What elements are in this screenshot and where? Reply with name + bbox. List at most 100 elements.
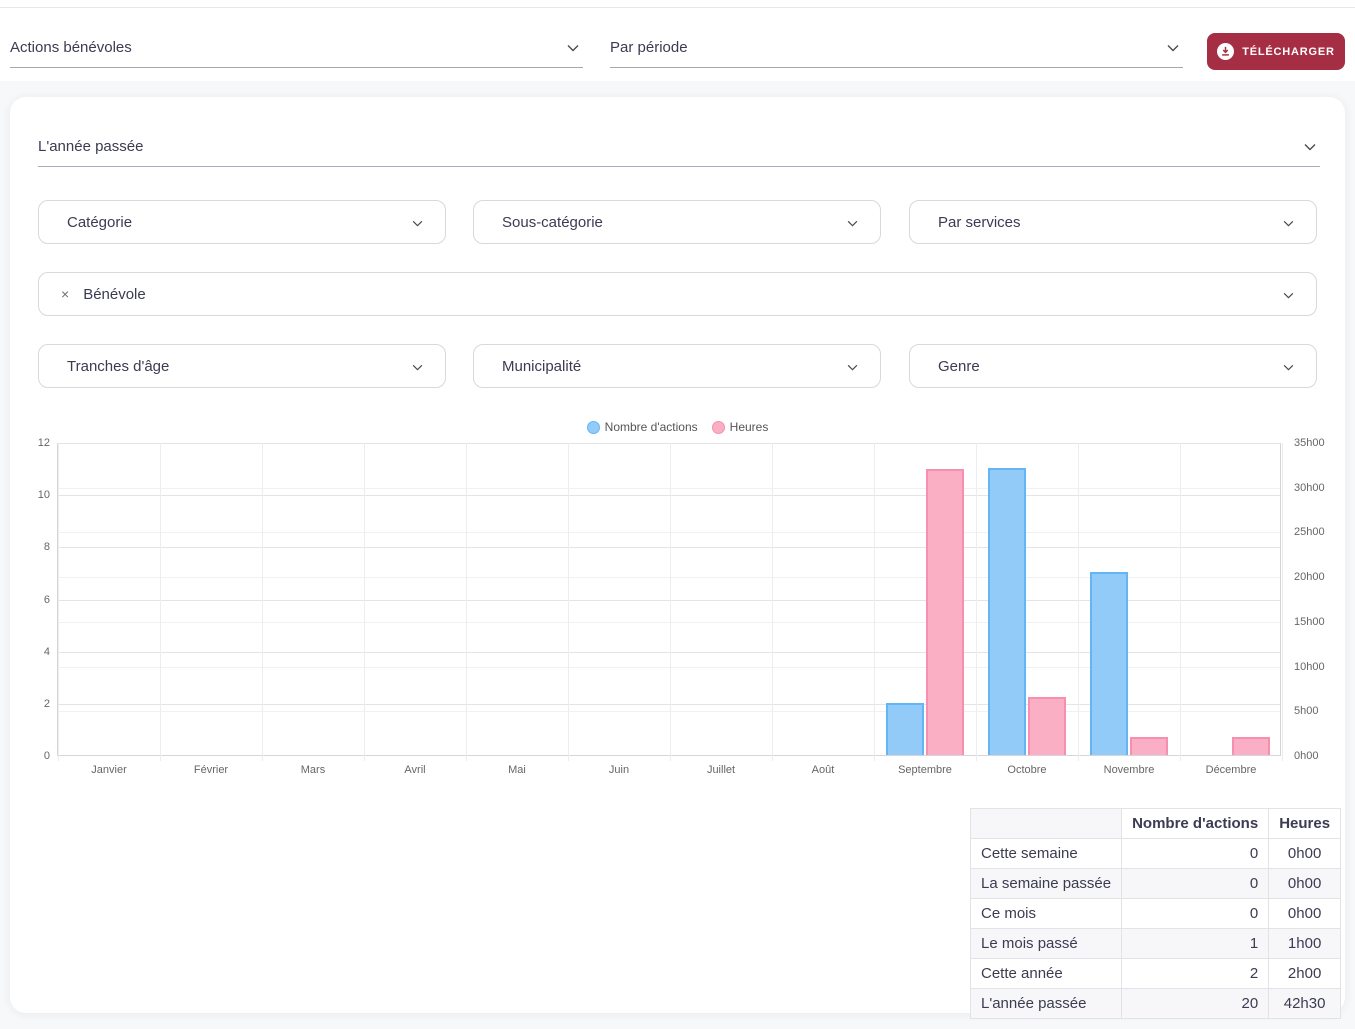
table-header-hours: Heures: [1269, 809, 1341, 839]
subcategory-select[interactable]: Sous-catégorie: [473, 200, 881, 244]
gridline-hours: [58, 532, 1280, 533]
bar-actions: [1090, 572, 1128, 755]
legend-label: Nombre d'actions: [605, 420, 698, 434]
bar-hours: [1130, 737, 1168, 755]
chevron-down-icon: [567, 39, 579, 56]
y-axis-right-tick: 0h00: [1294, 750, 1318, 762]
y-axis-right-tick: 15h00: [1294, 616, 1325, 628]
gridline-vertical: [160, 443, 161, 761]
chevron-down-icon: [1304, 138, 1316, 155]
x-axis-month-label: Août: [772, 764, 874, 776]
gridline-vertical: [670, 443, 671, 761]
gridline-actions: [58, 495, 1280, 496]
gridline-vertical: [874, 443, 875, 761]
filters-card: L'année passée Catégorie Sous-catégorie …: [10, 97, 1345, 1013]
date-range-select[interactable]: L'année passée: [38, 127, 1320, 167]
report-type-select[interactable]: Actions bénévoles: [10, 28, 583, 68]
y-axis-left-tick: 10: [18, 489, 50, 501]
y-axis-right-tick: 30h00: [1294, 482, 1325, 494]
services-label: Par services: [910, 214, 1283, 231]
y-axis-left-tick: 8: [18, 541, 50, 553]
volunteer-select[interactable]: × Bénévole: [38, 272, 1317, 316]
gridline-vertical: [1078, 443, 1079, 761]
y-axis-right-tick: 10h00: [1294, 661, 1325, 673]
x-axis-month-label: Janvier: [58, 764, 160, 776]
row-label: Cette année: [971, 959, 1122, 989]
chart-legend: Nombre d'actions Heures: [10, 420, 1345, 434]
y-axis-right-tick: 20h00: [1294, 571, 1325, 583]
chevron-down-icon: [1283, 214, 1294, 231]
table-corner-cell: [971, 809, 1122, 839]
table-row: Cette semaine00h00: [971, 839, 1341, 869]
y-axis-left-tick: 6: [18, 594, 50, 606]
chevron-down-icon: [847, 358, 858, 375]
gridline-vertical: [1180, 443, 1181, 761]
top-divider: [0, 0, 1355, 8]
table-row: L'année passée2042h30: [971, 989, 1341, 1019]
x-axis-month-label: Mai: [466, 764, 568, 776]
table-row: La semaine passée00h00: [971, 869, 1341, 899]
period-select[interactable]: Par période: [610, 28, 1183, 68]
x-axis-month-label: Septembre: [874, 764, 976, 776]
legend-dot-icon: [712, 421, 725, 434]
x-axis-month-label: Juin: [568, 764, 670, 776]
date-range-value: L'année passée: [38, 138, 143, 155]
municipality-select[interactable]: Municipalité: [473, 344, 881, 388]
legend-item[interactable]: Heures: [712, 420, 769, 434]
gridline-vertical: [262, 443, 263, 761]
table-row: Cette année22h00: [971, 959, 1341, 989]
row-actions-value: 0: [1122, 899, 1269, 929]
x-axis-month-label: Décembre: [1180, 764, 1282, 776]
y-axis-left-tick: 4: [18, 646, 50, 658]
row-actions-value: 2: [1122, 959, 1269, 989]
table-row: Ce mois00h00: [971, 899, 1341, 929]
category-label: Catégorie: [39, 214, 412, 231]
x-axis-month-label: Mars: [262, 764, 364, 776]
gridline-vertical: [466, 443, 467, 761]
x-axis-month-label: Juillet: [670, 764, 772, 776]
table-header-actions: Nombre d'actions: [1122, 809, 1269, 839]
legend-item[interactable]: Nombre d'actions: [587, 420, 698, 434]
period-value: Par période: [610, 39, 688, 56]
gridline-vertical: [772, 443, 773, 761]
row-hours-value: 0h00: [1269, 899, 1341, 929]
row-actions-value: 20: [1122, 989, 1269, 1019]
dashboard-page: Actions bénévoles Par période TÉLÉCHARGE…: [0, 0, 1355, 1029]
bar-actions: [886, 703, 924, 755]
download-icon: [1217, 43, 1234, 60]
download-button[interactable]: TÉLÉCHARGER: [1207, 33, 1345, 70]
table-row: Le mois passé11h00: [971, 929, 1341, 959]
summary-table-header: Nombre d'actionsHeures: [971, 809, 1341, 839]
gridline-vertical: [364, 443, 365, 761]
summary-table: Nombre d'actionsHeures Cette semaine00h0…: [970, 808, 1341, 1019]
y-axis-right-tick: 35h00: [1294, 437, 1325, 449]
bar-actions: [988, 468, 1026, 755]
bar-hours: [926, 469, 964, 755]
y-axis-right-tick: 25h00: [1294, 526, 1325, 538]
row-label: Cette semaine: [971, 839, 1122, 869]
gridline-actions: [58, 547, 1280, 548]
age-range-select[interactable]: Tranches d'âge: [38, 344, 446, 388]
gridline-vertical: [568, 443, 569, 761]
municipality-label: Municipalité: [474, 358, 847, 375]
row-hours-value: 42h30: [1269, 989, 1341, 1019]
gridline-vertical: [58, 443, 59, 761]
row-actions-value: 1: [1122, 929, 1269, 959]
services-select[interactable]: Par services: [909, 200, 1317, 244]
y-axis-left-tick: 2: [18, 698, 50, 710]
gridline-vertical: [1282, 443, 1283, 761]
legend-label: Heures: [730, 420, 769, 434]
row-hours-value: 2h00: [1269, 959, 1341, 989]
x-axis-month-label: Avril: [364, 764, 466, 776]
x-axis-month-label: Février: [160, 764, 262, 776]
gender-select[interactable]: Genre: [909, 344, 1317, 388]
x-axis-month-label: Octobre: [976, 764, 1078, 776]
row-hours-value: 0h00: [1269, 839, 1341, 869]
row-hours-value: 1h00: [1269, 929, 1341, 959]
bar-hours: [1232, 737, 1270, 755]
category-select[interactable]: Catégorie: [38, 200, 446, 244]
row-label: Ce mois: [971, 899, 1122, 929]
download-label: TÉLÉCHARGER: [1242, 46, 1335, 58]
bar-chart: 0246810120h005h0010h0015h0020h0025h0030h…: [57, 443, 1281, 756]
report-type-value: Actions bénévoles: [10, 39, 132, 56]
